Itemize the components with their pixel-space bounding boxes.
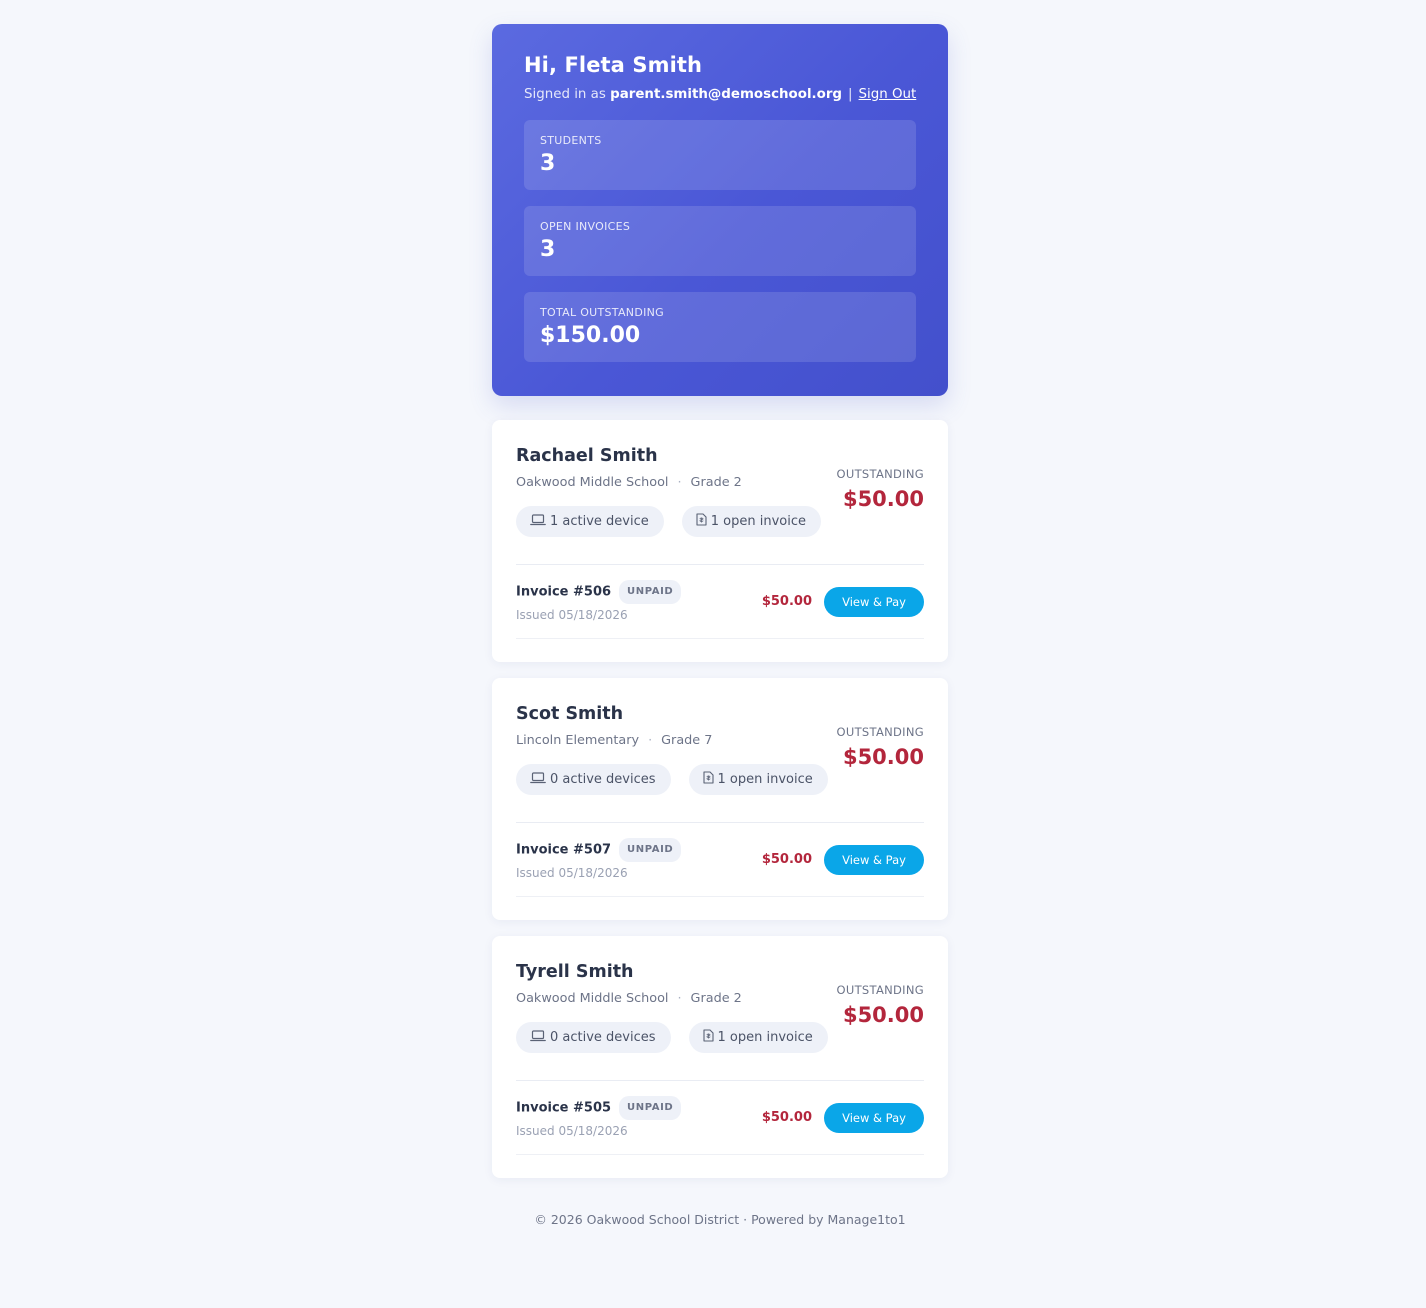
student-pills: 0 active devices 1 open invoice <box>516 764 828 795</box>
status-badge: UNPAID <box>619 1096 682 1120</box>
meta-dot: · <box>677 475 682 490</box>
invoice-document-icon <box>696 513 707 530</box>
account-email: parent.smith@demoschool.org <box>610 87 843 102</box>
outstanding-amount: $50.00 <box>842 487 924 511</box>
grade: Grade 2 <box>690 475 742 490</box>
student-card: Scot Smith Lincoln Elementary · Grade 7 0 … <box>492 678 948 920</box>
laptop-icon <box>530 771 546 788</box>
school-name: Oakwood Middle School <box>516 991 669 1006</box>
invoices-pill: 1 open invoice <box>688 1022 828 1053</box>
stat-value: 3 <box>540 151 556 176</box>
invoice-number: Invoice #505 <box>516 1100 612 1116</box>
invoice-row: Invoice #506 UNPAID Issued 05/18/2026 $50… <box>516 565 924 639</box>
student-header: Rachael Smith Oakwood Middle School · Grad… <box>516 444 924 560</box>
invoice-amount: $50.00 <box>761 594 812 609</box>
outstanding-label: OUTSTANDING <box>836 725 924 739</box>
stat-total-outstanding: Total Outstanding $150.00 <box>524 292 916 362</box>
devices-label: 0 active devices <box>550 1030 656 1045</box>
invoices-label: 1 open invoice <box>710 514 806 529</box>
devices-label: 1 active device <box>550 514 649 529</box>
page-container: Hi, Fleta Smith Signed in as parent.smit… <box>492 24 948 1227</box>
school-name: Oakwood Middle School <box>516 475 669 490</box>
sign-out-link[interactable]: Sign Out <box>859 87 917 102</box>
invoice-title-line: Invoice #505 UNPAID <box>516 1096 682 1120</box>
invoice-info: Invoice #505 UNPAID Issued 05/18/2026 <box>516 1096 682 1139</box>
invoice-actions: $50.00 View & Pay <box>761 844 924 875</box>
outstanding-summary: OUTSTANDING $50.00 <box>837 702 924 818</box>
meta-dot: · <box>648 733 653 748</box>
account-summary-card: Hi, Fleta Smith Signed in as parent.smit… <box>492 24 948 396</box>
student-info: Rachael Smith Oakwood Middle School · Grad… <box>516 444 821 560</box>
devices-pill: 1 active device <box>516 506 664 537</box>
invoice-number: Invoice #506 <box>516 584 612 600</box>
student-name: Scot Smith <box>516 704 624 724</box>
stat-open-invoices: Open Invoices 3 <box>524 206 916 276</box>
signed-in-prefix: Signed in as <box>524 87 606 102</box>
student-header: Scot Smith Lincoln Elementary · Grade 7 0 … <box>516 702 924 818</box>
student-meta: Oakwood Middle School · Grade 2 <box>516 990 828 1008</box>
status-badge: UNPAID <box>619 580 682 604</box>
invoice-document-icon <box>702 771 714 788</box>
devices-pill: 0 active devices <box>516 1022 671 1053</box>
devices-label: 0 active devices <box>550 772 656 787</box>
outstanding-label: OUTSTANDING <box>836 467 924 481</box>
invoice-row: Invoice #505 UNPAID Issued 05/18/2026 $50… <box>516 1081 924 1155</box>
status-badge: UNPAID <box>619 838 682 862</box>
invoice-amount: $50.00 <box>761 1110 812 1125</box>
school-name: Lincoln Elementary <box>516 733 640 748</box>
student-pills: 0 active devices 1 open invoice <box>516 1022 828 1053</box>
student-header: Tyrell Smith Oakwood Middle School · Grade… <box>516 960 924 1076</box>
student-meta: Lincoln Elementary · Grade 7 <box>516 732 828 750</box>
grade: Grade 2 <box>690 991 742 1006</box>
student-meta: Oakwood Middle School · Grade 2 <box>516 474 821 492</box>
separator: | <box>848 87 853 102</box>
invoice-title-line: Invoice #507 UNPAID <box>516 838 682 862</box>
invoices-label: 1 open invoice <box>717 1030 813 1045</box>
invoice-document-icon <box>702 1029 714 1046</box>
outstanding-summary: OUTSTANDING $50.00 <box>837 960 924 1076</box>
stat-label: Open Invoices <box>540 220 631 233</box>
view-and-pay-button[interactable]: View & Pay <box>824 844 924 875</box>
grade: Grade 7 <box>661 733 713 748</box>
invoices-pill: 1 open invoice <box>688 764 828 795</box>
invoice-title-line: Invoice #506 UNPAID <box>516 580 682 604</box>
invoice-row: Invoice #507 UNPAID Issued 05/18/2026 $50… <box>516 823 924 897</box>
invoice-issued-date: Issued 05/18/2026 <box>516 866 628 880</box>
student-pills: 1 active device 1 open invoice <box>516 506 821 537</box>
student-name: Rachael Smith <box>516 446 658 466</box>
student-info: Tyrell Smith Oakwood Middle School · Grade… <box>516 960 828 1076</box>
devices-pill: 0 active devices <box>516 764 671 795</box>
stat-label: Students <box>540 134 602 147</box>
invoice-info: Invoice #506 UNPAID Issued 05/18/2026 <box>516 580 682 623</box>
invoices-label: 1 open invoice <box>717 772 813 787</box>
outstanding-summary: OUTSTANDING $50.00 <box>837 444 924 560</box>
outstanding-label: OUTSTANDING <box>836 983 924 997</box>
view-and-pay-button[interactable]: View & Pay <box>824 1102 924 1133</box>
student-info: Scot Smith Lincoln Elementary · Grade 7 0 … <box>516 702 828 818</box>
laptop-icon <box>530 513 546 530</box>
page-footer: © 2026 Oakwood School District · Powered… <box>534 1212 906 1227</box>
stat-value: $150.00 <box>540 323 641 348</box>
student-card: Rachael Smith Oakwood Middle School · Grad… <box>492 420 948 662</box>
laptop-icon <box>530 1029 546 1046</box>
invoices-pill: 1 open invoice <box>681 506 821 537</box>
invoice-amount: $50.00 <box>761 852 812 867</box>
student-card: Tyrell Smith Oakwood Middle School · Grade… <box>492 936 948 1178</box>
invoice-issued-date: Issued 05/18/2026 <box>516 608 628 622</box>
outstanding-amount: $50.00 <box>842 745 924 769</box>
stat-value: 3 <box>540 237 556 262</box>
view-and-pay-button[interactable]: View & Pay <box>824 586 924 617</box>
invoice-info: Invoice #507 UNPAID Issued 05/18/2026 <box>516 838 682 881</box>
invoice-actions: $50.00 View & Pay <box>761 586 924 617</box>
stat-label: Total Outstanding <box>540 306 664 319</box>
invoice-issued-date: Issued 05/18/2026 <box>516 1124 628 1138</box>
stat-students: Students 3 <box>524 120 916 190</box>
student-name: Tyrell Smith <box>516 962 634 982</box>
signed-in-line: Signed in as parent.smith@demoschool.org… <box>524 86 916 104</box>
greeting-title: Hi, Fleta Smith <box>524 53 703 77</box>
outstanding-amount: $50.00 <box>842 1003 924 1027</box>
invoice-actions: $50.00 View & Pay <box>761 1102 924 1133</box>
meta-dot: · <box>677 991 682 1006</box>
invoice-number: Invoice #507 <box>516 842 612 858</box>
